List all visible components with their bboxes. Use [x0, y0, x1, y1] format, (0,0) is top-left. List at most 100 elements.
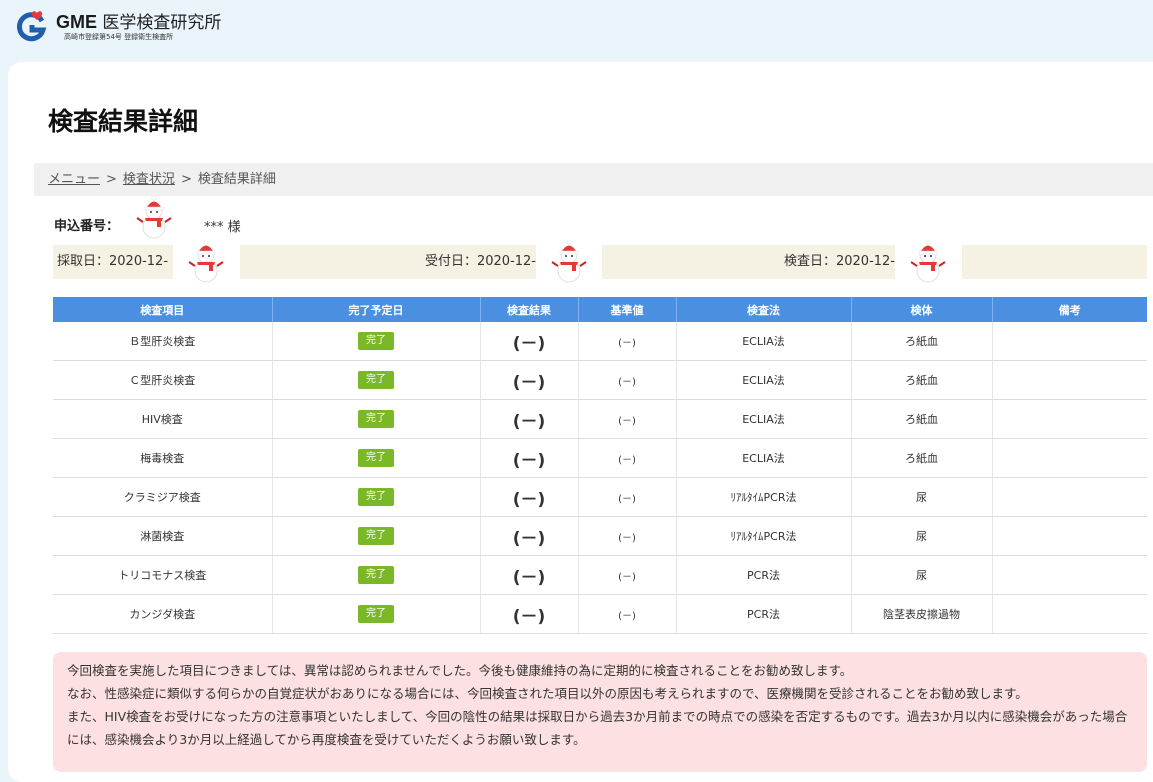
cell-status: 完了	[272, 477, 481, 517]
column-header-result: 検査結果	[480, 297, 579, 322]
table-row: カンジダ検査 完了 (－) (－) PCR法 陰茎表皮擦過物	[53, 594, 1147, 634]
cell-result: (－)	[480, 555, 579, 595]
cell-item: トリコモナス検査	[53, 555, 273, 595]
cell-item: Ｂ型肝炎検査	[53, 322, 273, 361]
cell-result: (－)	[480, 399, 579, 439]
gme-logo-icon[interactable]	[14, 9, 48, 43]
cell-specimen: 陰茎表皮擦過物	[851, 594, 993, 634]
logo-title: GME 医学検査研究所	[56, 8, 221, 33]
cell-status: 完了	[272, 399, 481, 439]
table-row: HIV検査 完了 (－) (－) ECLIA法 ろ紙血	[53, 399, 1147, 439]
cell-reference: (－)	[578, 360, 677, 400]
status-badge: 完了	[358, 332, 394, 350]
cell-specimen: 尿	[851, 477, 993, 517]
status-badge: 完了	[358, 566, 394, 584]
cell-status: 完了	[272, 516, 481, 556]
snowman-icon	[136, 196, 172, 239]
received-date-bar: 受付日：2020-12-	[240, 245, 536, 279]
breadcrumb-separator: >	[106, 172, 117, 187]
cell-method: ECLIA法	[676, 322, 852, 361]
cell-reference: (－)	[578, 516, 677, 556]
status-badge: 完了	[358, 488, 394, 506]
result-notice: 今回検査を実施した項目につきましては、異常は認められませんでした。今後も健康維持…	[53, 652, 1147, 772]
table-row: トリコモナス検査 完了 (－) (－) PCR法 尿	[53, 555, 1147, 595]
date-bar-blank	[962, 245, 1147, 279]
snowman-icon	[188, 240, 224, 283]
cell-result: (－)	[480, 360, 579, 400]
cell-specimen: ろ紙血	[851, 360, 993, 400]
cell-method: PCR法	[676, 555, 852, 595]
collection-date-bar: 採取日：2020-12-	[53, 245, 173, 279]
table-row: クラミジア検査 完了 (－) (－) ﾘｱﾙﾀｲﾑPCR法 尿	[53, 477, 1147, 517]
applicant-info: 申込番号： *** 様	[54, 215, 241, 235]
column-header-specimen: 検体	[851, 297, 993, 322]
cell-status: 完了	[272, 322, 481, 361]
cell-note	[992, 438, 1147, 478]
status-badge: 完了	[358, 410, 394, 428]
collection-date: 採取日：2020-12-	[57, 254, 169, 269]
cell-method: PCR法	[676, 594, 852, 634]
breadcrumb-menu-link[interactable]: メニュー	[48, 172, 100, 187]
cell-note	[992, 477, 1147, 517]
cell-item: 淋菌検査	[53, 516, 273, 556]
cell-specimen: ろ紙血	[851, 322, 993, 361]
cell-status: 完了	[272, 594, 481, 634]
table-row: Ｃ型肝炎検査 完了 (－) (－) ECLIA法 ろ紙血	[53, 360, 1147, 400]
cell-item: クラミジア検査	[53, 477, 273, 517]
column-header-item: 検査項目	[53, 297, 273, 322]
cell-reference: (－)	[578, 594, 677, 634]
cell-result: (－)	[480, 477, 579, 517]
status-badge: 完了	[358, 605, 394, 623]
logo-brand: GME	[56, 12, 98, 32]
cell-item: Ｃ型肝炎検査	[53, 360, 273, 400]
breadcrumb-separator: >	[180, 172, 192, 187]
cell-note	[992, 360, 1147, 400]
column-header-note: 備考	[992, 297, 1147, 322]
cell-status: 完了	[272, 438, 481, 478]
breadcrumb-current: 検査結果詳細	[197, 172, 276, 187]
cell-method: ﾘｱﾙﾀｲﾑPCR法	[676, 516, 852, 556]
application-number-label: 申込番号：	[54, 219, 120, 234]
cell-reference: (－)	[578, 322, 677, 361]
received-date: 受付日：2020-12-	[424, 254, 536, 269]
cell-method: ﾘｱﾙﾀｲﾑPCR法	[676, 477, 852, 517]
logo-name: 医学検査研究所	[102, 13, 222, 33]
cell-result: (－)	[480, 516, 579, 556]
cell-specimen: 尿	[851, 516, 993, 556]
cell-note	[992, 516, 1147, 556]
cell-specimen: ろ紙血	[851, 438, 993, 478]
notice-line: また、HIV検査をお受けになった方の注意事項といたしまして、今回の陰性の結果は採…	[67, 709, 1128, 747]
breadcrumb-status-link[interactable]: 検査状況	[123, 172, 175, 187]
table-row: 淋菌検査 完了 (－) (－) ﾘｱﾙﾀｲﾑPCR法 尿	[53, 516, 1147, 556]
column-header-due-date: 完了予定日	[272, 297, 481, 322]
cell-result: (－)	[480, 594, 579, 634]
applicant-name: *** 様	[204, 220, 241, 235]
test-date: 検査日：2020-12-	[783, 254, 895, 269]
test-date-bar: 検査日：2020-12-	[602, 245, 895, 279]
cell-note	[992, 594, 1147, 634]
table-row: Ｂ型肝炎検査 完了 (－) (－) ECLIA法 ろ紙血	[53, 322, 1147, 361]
column-header-method: 検査法	[676, 297, 852, 322]
cell-result: (－)	[480, 322, 579, 361]
cell-reference: (－)	[578, 477, 677, 517]
table-row: 梅毒検査 完了 (－) (－) ECLIA法 ろ紙血	[53, 438, 1147, 478]
site-header: GME 医学検査研究所 高崎市登録第54号 登録衛生検査所	[0, 0, 1153, 60]
table-header-row: 検査項目 完了予定日 検査結果 基準値 検査法 検体 備考	[53, 297, 1147, 322]
cell-reference: (－)	[578, 555, 677, 595]
results-table: 検査項目 完了予定日 検査結果 基準値 検査法 検体 備考 Ｂ型肝炎検査 完了 …	[53, 297, 1147, 634]
status-badge: 完了	[358, 449, 394, 467]
cell-note	[992, 555, 1147, 595]
status-badge: 完了	[358, 371, 394, 389]
cell-method: ECLIA法	[676, 399, 852, 439]
cell-status: 完了	[272, 555, 481, 595]
cell-note	[992, 322, 1147, 361]
cell-reference: (－)	[578, 438, 677, 478]
notice-line: なお、性感染症に類似する何らかの自覚症状がおありになる場合には、今回検査された項…	[67, 686, 1028, 701]
notice-line: 今回検査を実施した項目につきましては、異常は認められませんでした。今後も健康維持…	[67, 663, 853, 678]
cell-result: (－)	[480, 438, 579, 478]
cell-item: HIV検査	[53, 399, 273, 439]
snowman-icon	[551, 240, 587, 283]
status-badge: 完了	[358, 527, 394, 545]
cell-item: カンジダ検査	[53, 594, 273, 634]
cell-status: 完了	[272, 360, 481, 400]
